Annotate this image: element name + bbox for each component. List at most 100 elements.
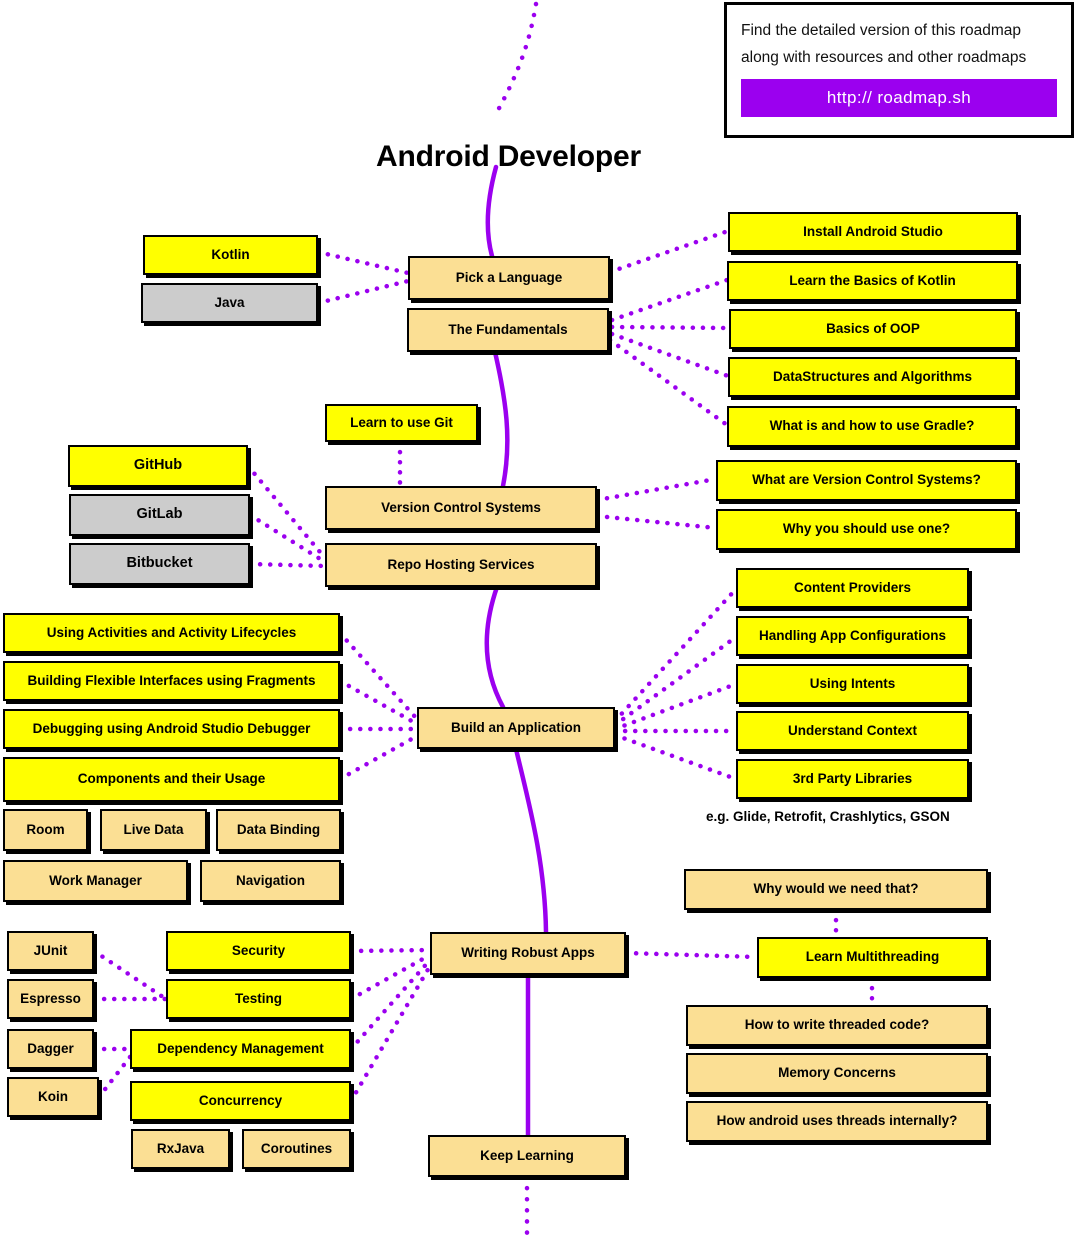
connector-edge [607,228,731,275]
node-label: Learn to use Git [350,414,453,430]
node-espresso[interactable]: Espresso [7,979,94,1019]
node-vcs-why[interactable]: Why you should use one? [716,509,1017,550]
node-gitlab[interactable]: GitLab [69,494,250,536]
node-why-need-that[interactable]: Why would we need that? [684,869,988,910]
node-label: Using Activities and Activity Lifecycles [46,624,297,640]
node-install-android-studio[interactable]: Install Android Studio [728,212,1018,252]
node-rxjava[interactable]: RxJava [131,1129,230,1169]
node-label: Dagger [27,1040,74,1056]
connector-edge [337,678,420,727]
node-app-configurations[interactable]: Handling App Configurations [736,616,969,656]
node-label: Navigation [235,872,305,888]
connector-edge [594,513,719,531]
node-label: Keep Learning [480,1147,574,1163]
node-label: Repo Hosting Services [387,556,535,572]
connector-edge [348,952,433,1002]
node-label: Bitbucket [126,555,193,572]
node-label: Coroutines [260,1140,333,1156]
promo-line-2: along with resources and other roadmaps [741,49,1027,67]
node-basics-of-oop[interactable]: Basics of OOP [729,309,1017,349]
connector-edge [245,463,328,561]
node-threaded-code[interactable]: How to write threaded code? [686,1005,988,1046]
connector-edge [612,681,739,732]
node-writing-robust-apps[interactable]: Writing Robust Apps [430,932,626,975]
node-label: Testing [235,990,282,1006]
connector-edge [337,630,420,722]
connector-edge [612,586,739,724]
node-label: Basics of OOP [826,320,920,336]
node-coroutines[interactable]: Coroutines [242,1129,351,1169]
node-github[interactable]: GitHub [68,445,248,487]
node-label: Concurrency [198,1092,283,1108]
node-debugging[interactable]: Debugging using Android Studio Debugger [3,709,340,749]
node-label: Writing Robust Apps [461,945,595,961]
spine-segment [494,1,539,115]
node-dependency-management[interactable]: Dependency Management [130,1029,351,1069]
spine-segment [492,349,510,489]
node-security[interactable]: Security [166,931,351,971]
node-vcs-what-are[interactable]: What are Version Control Systems? [716,460,1017,501]
node-label: What are Version Control Systems? [752,472,981,488]
node-label: GitHub [133,457,183,474]
node-fragments[interactable]: Building Flexible Interfaces using Fragm… [3,661,340,701]
connector-edge [348,963,433,1104]
node-understand-context[interactable]: Understand Context [736,711,969,751]
node-pick-a-language[interactable]: Pick a Language [408,256,610,300]
node-bitbucket[interactable]: Bitbucket [69,543,250,585]
node-version-control[interactable]: Version Control Systems [325,486,597,530]
node-gradle[interactable]: What is and how to use Gradle? [727,406,1017,447]
node-work-manager[interactable]: Work Manager [3,860,188,902]
node-data-binding[interactable]: Data Binding [216,809,341,851]
node-label: Build an Application [451,719,581,735]
node-build-an-application[interactable]: Build an Application [417,707,615,749]
connector-edge [609,324,732,331]
node-third-party-libraries[interactable]: 3rd Party Libraries [736,759,969,799]
promo-line-1: Find the detailed version of this roadma… [741,22,1022,39]
node-label: Why would we need that? [753,881,919,897]
node-dagger[interactable]: Dagger [7,1029,94,1069]
connector-edge [96,1054,133,1100]
node-room[interactable]: Room [3,809,88,851]
node-keep-learning[interactable]: Keep Learning [428,1135,626,1177]
third-party-examples-note: e.g. Glide, Retrofit, Crashlytics, GSON [706,809,950,824]
connector-edge [609,277,730,323]
node-label: The Fundamentals [448,321,568,337]
node-label: Components and their Usage [77,771,266,787]
node-label: Building Flexible Interfaces using Fragm… [27,672,316,688]
node-activities[interactable]: Using Activities and Activity Lifecycles [3,613,340,653]
node-data-structures[interactable]: DataStructures and Algorithms [728,357,1017,397]
connector-edge [594,476,719,503]
node-live-data[interactable]: Live Data [100,809,207,851]
node-learn-multithreading[interactable]: Learn Multithreading [757,937,988,978]
node-concurrency[interactable]: Concurrency [130,1081,351,1121]
node-learn-to-use-git[interactable]: Learn to use Git [325,404,478,442]
node-memory-concerns[interactable]: Memory Concerns [686,1053,988,1094]
node-label: Kotlin [211,246,250,262]
node-label: Understand Context [787,722,917,738]
node-label: RxJava [156,1140,205,1156]
promo-panel: Find the detailed version of this roadma… [724,2,1074,138]
connector-edge [612,732,739,782]
node-label: DataStructures and Algorithms [772,368,973,384]
spine-segment [484,584,506,710]
node-components-usage[interactable]: Components and their Usage [3,757,340,802]
node-content-providers[interactable]: Content Providers [736,568,969,608]
node-label: 3rd Party Libraries [792,770,913,786]
node-repo-hosting[interactable]: Repo Hosting Services [325,543,597,587]
node-using-intents[interactable]: Using Intents [736,664,969,704]
node-basics-of-kotlin[interactable]: Learn the Basics of Kotlin [727,261,1018,301]
node-junit[interactable]: JUnit [7,931,94,971]
node-label: Room [26,821,65,837]
node-label: Version Control Systems [381,499,541,515]
node-testing[interactable]: Testing [166,979,351,1019]
node-java[interactable]: Java [141,283,318,323]
node-koin[interactable]: Koin [7,1077,99,1117]
node-label: Content Providers [793,579,912,595]
node-navigation[interactable]: Navigation [200,860,341,902]
node-threads-internally[interactable]: How android uses threads internally? [686,1101,988,1142]
node-kotlin[interactable]: Kotlin [143,235,318,275]
node-the-fundamentals[interactable]: The Fundamentals [407,308,609,352]
connector-edge [348,947,433,954]
roadmap-link-button[interactable]: http:// roadmap.sh [741,79,1057,118]
node-label: What is and how to use Gradle? [769,418,975,434]
